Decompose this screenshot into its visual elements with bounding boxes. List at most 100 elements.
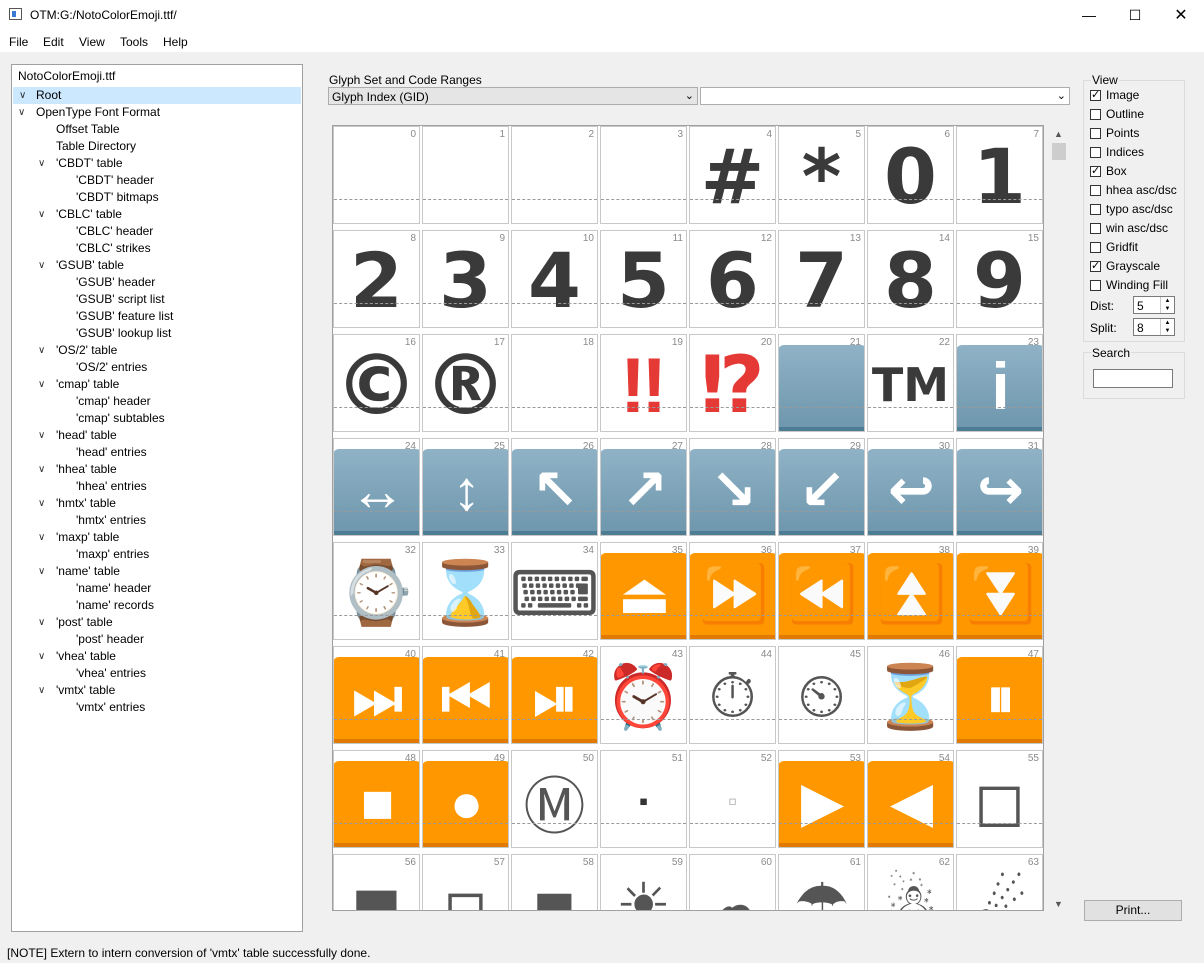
checkbox-icon[interactable]: [1090, 108, 1101, 120]
scroll-down-icon[interactable]: ▼: [1054, 899, 1063, 909]
split-spinbox[interactable]: 8 ▲ ▼: [1133, 318, 1175, 336]
view-option-checkbox[interactable]: Grayscale: [1090, 258, 1160, 274]
glyph-cell[interactable]: 62 ☃: [867, 854, 954, 910]
glyph-cell[interactable]: 40 ⏭: [333, 646, 420, 744]
glyph-cell[interactable]: 4 #: [689, 126, 776, 224]
glyph-cell[interactable]: 93: [422, 230, 509, 328]
chevron-down-icon[interactable]: ∨: [38, 614, 45, 631]
glyph-cell[interactable]: 2: [511, 126, 598, 224]
glyph-cell[interactable]: 60 ☁: [689, 854, 776, 910]
glyph-cell[interactable]: 38 ⏫: [867, 542, 954, 640]
menu-help[interactable]: Help: [163, 35, 188, 49]
glyph-cell[interactable]: 46 ⏳: [867, 646, 954, 744]
checkbox-icon[interactable]: [1090, 127, 1101, 139]
glyph-cell[interactable]: 43 ⏰: [600, 646, 687, 744]
glyph-cell[interactable]: 32 ⌚: [333, 542, 420, 640]
chevron-down-icon[interactable]: ∨: [38, 648, 45, 665]
view-option-checkbox[interactable]: Outline: [1090, 106, 1144, 122]
glyph-cell[interactable]: 1: [422, 126, 509, 224]
scroll-thumb[interactable]: [1052, 143, 1066, 160]
minimize-icon[interactable]: —: [1066, 0, 1112, 30]
glyph-cell[interactable]: 39 ⏬: [956, 542, 1043, 640]
glyph-grid-scrollbar[interactable]: ▲ ▼: [1050, 125, 1067, 911]
glyph-cell[interactable]: 29 ↙: [778, 438, 865, 536]
checkbox-checked-icon[interactable]: [1090, 164, 1101, 177]
glyph-cell[interactable]: 31 ↪: [956, 438, 1043, 536]
chevron-down-icon[interactable]: ∨: [38, 342, 45, 359]
chevron-down-icon[interactable]: ∨: [38, 155, 45, 172]
glyph-cell[interactable]: 59 ☀: [600, 854, 687, 910]
glyph-cell[interactable]: 3: [600, 126, 687, 224]
glyph-cell[interactable]: 26 ↖: [511, 438, 598, 536]
chevron-down-icon[interactable]: ∨: [38, 682, 45, 699]
glyph-cell[interactable]: 33 ⌛: [422, 542, 509, 640]
checkbox-icon[interactable]: [1090, 241, 1101, 253]
glyph-cell[interactable]: 34 ⌨: [511, 542, 598, 640]
glyph-cell[interactable]: 55 ◻: [956, 750, 1043, 848]
glyph-cell[interactable]: 53 ▶: [778, 750, 865, 848]
glyph-cell[interactable]: 10 4: [511, 230, 598, 328]
glyph-cell[interactable]: 42 ⏯: [511, 646, 598, 744]
view-option-checkbox[interactable]: Indices: [1090, 144, 1144, 160]
glyph-cell[interactable]: 20 ⁉: [689, 334, 776, 432]
chevron-down-icon[interactable]: ∨: [18, 104, 25, 121]
glyph-cell[interactable]: 82: [333, 230, 420, 328]
glyph-cell[interactable]: 61 ☂: [778, 854, 865, 910]
chevron-down-icon[interactable]: ∨: [19, 87, 26, 104]
view-option-checkbox[interactable]: win asc/dsc: [1090, 220, 1168, 236]
view-option-checkbox[interactable]: Gridfit: [1090, 239, 1138, 255]
checkbox-icon[interactable]: [1090, 203, 1101, 215]
glyph-cell[interactable]: 19 ‼: [600, 334, 687, 432]
glyph-cell[interactable]: 17 ®: [422, 334, 509, 432]
glyphset-select[interactable]: Glyph Index (GID) ⌄: [328, 87, 698, 105]
glyph-cell[interactable]: 51 ▪: [600, 750, 687, 848]
checkbox-icon[interactable]: [1090, 146, 1101, 158]
glyph-cell[interactable]: 25 ↕: [422, 438, 509, 536]
chevron-down-icon[interactable]: ∨: [38, 495, 45, 512]
glyph-cell[interactable]: 14 8: [867, 230, 954, 328]
view-option-checkbox[interactable]: Image: [1090, 87, 1139, 103]
dist-spinbox[interactable]: 5 ▲ ▼: [1133, 296, 1175, 314]
menu-edit[interactable]: Edit: [43, 35, 64, 49]
maximize-icon[interactable]: ☐: [1112, 0, 1158, 30]
view-option-checkbox[interactable]: hhea asc/dsc: [1090, 182, 1177, 198]
view-option-checkbox[interactable]: Winding Fill: [1090, 277, 1168, 293]
glyph-cell[interactable]: 57 ◽: [422, 854, 509, 910]
chevron-down-icon[interactable]: ∨: [38, 257, 45, 274]
glyph-cell[interactable]: 16 ©: [333, 334, 420, 432]
glyph-cell[interactable]: 5 *: [778, 126, 865, 224]
glyph-cell[interactable]: 18: [511, 334, 598, 432]
code-range-select[interactable]: ⌄: [700, 87, 1070, 105]
chevron-down-icon[interactable]: ∨: [38, 461, 45, 478]
glyph-cell[interactable]: 56 ◼: [333, 854, 420, 910]
close-icon[interactable]: ✕: [1158, 0, 1204, 30]
glyph-grid[interactable]: 0 1 2 3 4 #5 * 6 0 7 1 8 2 9 3 10 4 11 5 12 6 13 7 14 8 15 9 16 © 17 ®…: [332, 125, 1044, 911]
chevron-down-icon[interactable]: ∨: [38, 563, 45, 580]
glyph-cell[interactable]: 63 ☄: [956, 854, 1043, 910]
checkbox-icon[interactable]: [1090, 222, 1101, 234]
glyph-cell[interactable]: 35 ⏏: [600, 542, 687, 640]
glyph-cell[interactable]: 47 ⏸: [956, 646, 1043, 744]
glyph-cell[interactable]: 21: [778, 334, 865, 432]
glyph-cell[interactable]: 41 ⏮: [422, 646, 509, 744]
glyph-cell[interactable]: 52 ▫: [689, 750, 776, 848]
search-input[interactable]: [1093, 369, 1173, 388]
glyph-cell[interactable]: 22 TM: [867, 334, 954, 432]
font-structure-tree[interactable]: NotoColorEmoji.ttf ∨ Root ∨ OpenType Font…: [11, 64, 303, 932]
checkbox-icon[interactable]: [1090, 279, 1101, 291]
glyph-cell[interactable]: 60: [867, 126, 954, 224]
glyph-cell[interactable]: 28 ↘: [689, 438, 776, 536]
glyph-cell[interactable]: 45 ⏲: [778, 646, 865, 744]
spin-arrows-icon[interactable]: ▲ ▼: [1160, 297, 1174, 313]
glyph-cell[interactable]: 13 7: [778, 230, 865, 328]
view-option-checkbox[interactable]: typo asc/dsc: [1090, 201, 1173, 217]
glyph-cell[interactable]: 0: [333, 126, 420, 224]
glyph-cell[interactable]: 50 Ⓜ: [511, 750, 598, 848]
glyph-cell[interactable]: 23 i: [956, 334, 1043, 432]
print-button[interactable]: Print...: [1084, 900, 1182, 921]
view-option-checkbox[interactable]: Points: [1090, 125, 1139, 141]
menu-tools[interactable]: Tools: [120, 35, 148, 49]
glyph-cell[interactable]: 37 ⏪: [778, 542, 865, 640]
checkbox-icon[interactable]: [1090, 184, 1101, 196]
chevron-down-icon[interactable]: ∨: [38, 529, 45, 546]
